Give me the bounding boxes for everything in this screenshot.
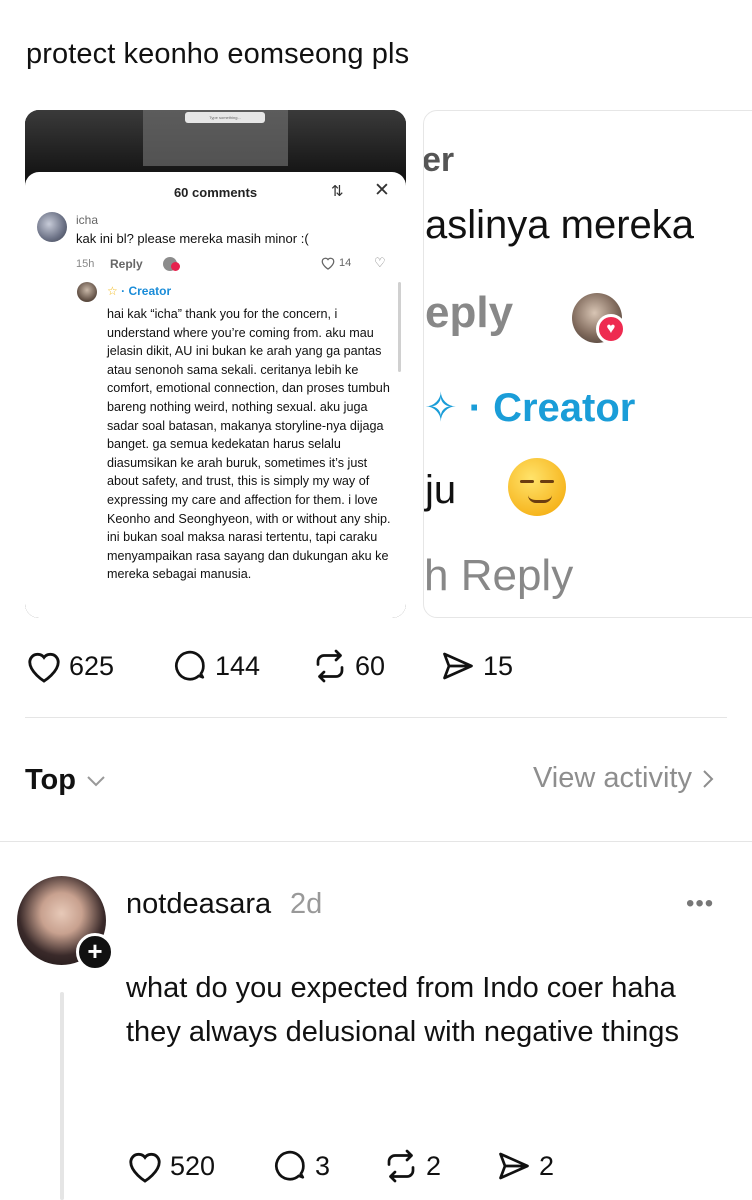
post-text: protect keonho eomseong pls — [26, 38, 410, 70]
heart-icon — [171, 262, 180, 271]
divider — [25, 717, 727, 718]
comment-button[interactable]: 144 — [171, 648, 311, 684]
dislike-icon: ♡ — [374, 255, 386, 270]
scrollbar — [398, 282, 401, 372]
star-icon: ☆ — [107, 284, 118, 298]
comment-age: 15h — [76, 258, 95, 270]
creator-reply-text: hai kak “icha” thank you for the concern… — [107, 307, 391, 582]
post-actions: 625 144 60 15 — [25, 648, 513, 684]
chevron-down-icon — [87, 775, 105, 786]
repost-icon — [316, 649, 344, 683]
zoom-text-line: h Reply — [424, 551, 574, 600]
heart-icon — [28, 652, 60, 683]
zoom-text-line: er — [423, 141, 455, 179]
comment-like-count: 14 — [320, 256, 351, 270]
repost-icon — [387, 1149, 415, 1183]
comment-icon — [175, 650, 205, 681]
view-activity-link[interactable]: View activity — [533, 762, 714, 795]
zoom-text-line: eply — [425, 288, 514, 337]
thread-line — [60, 992, 64, 1200]
zoom-text-line: aslinya mereka — [425, 203, 695, 247]
comment-count: 144 — [215, 650, 261, 681]
creator-badge: ☆ · Creator — [107, 284, 171, 298]
chevron-right-icon — [703, 769, 714, 788]
more-icon[interactable]: ••• — [686, 890, 714, 918]
share-icon — [443, 652, 473, 680]
comment-text: kak ini bl? please mereka masih minor :( — [76, 231, 309, 246]
comments-title: 60 comments — [173, 185, 258, 200]
repost-count: 60 — [355, 650, 386, 681]
zoom-text-line: ✧ · Creator — [424, 386, 636, 430]
share-button[interactable]: 15 — [439, 648, 513, 684]
comment-button[interactable]: 3 — [271, 1148, 382, 1184]
reply-text: what do you expected from Indo coer haha… — [126, 972, 679, 1048]
creator-label: · Creator — [121, 284, 172, 298]
zoom-text-line: ju — [425, 468, 457, 512]
heart-icon — [321, 257, 335, 270]
share-button[interactable]: 2 — [495, 1148, 554, 1184]
share-icon — [499, 1152, 529, 1180]
like-button[interactable]: 520 — [126, 1148, 271, 1184]
sort-icon: ⇅ — [331, 183, 344, 200]
sort-label: Top — [25, 764, 76, 796]
like-button[interactable]: 625 — [25, 648, 171, 684]
comment-reply-label: Reply — [110, 257, 143, 271]
sort-dropdown[interactable]: Top — [25, 764, 106, 797]
repost-count: 2 — [426, 1150, 442, 1181]
reply-actions: 520 3 2 2 — [126, 1148, 554, 1184]
like-count: 625 — [69, 650, 115, 681]
type-something-input: Type something... — [185, 112, 265, 123]
divider — [0, 841, 752, 842]
share-count: 2 — [539, 1150, 555, 1181]
heart-icon: ♥ — [596, 314, 626, 344]
comment-count: 3 — [315, 1150, 331, 1181]
comment-author: icha — [76, 213, 99, 227]
heart-icon — [129, 1152, 161, 1183]
comment-screenshot-image[interactable]: Type something... 60 comments ⇅ ✕ icha k… — [25, 110, 406, 618]
zoomed-screenshot-image[interactable]: er aslinya mereka eply ♥ ✧ · Creator ju … — [423, 110, 752, 618]
close-icon: ✕ — [374, 180, 390, 201]
avatar — [77, 282, 97, 302]
share-count: 15 — [483, 650, 514, 681]
view-activity-label: View activity — [532, 762, 692, 794]
reply-time: 2d — [290, 888, 323, 920]
smirk-emoji-icon — [508, 458, 566, 516]
plus-icon: + — [87, 936, 103, 966]
repost-button[interactable]: 60 — [311, 648, 439, 684]
comment-like-number: 14 — [339, 257, 352, 269]
repost-button[interactable]: 2 — [382, 1148, 495, 1184]
avatar — [37, 212, 67, 242]
follow-button[interactable]: + — [76, 933, 114, 971]
image-carousel[interactable]: Type something... 60 comments ⇅ ✕ icha k… — [25, 110, 752, 618]
comments-sheet: 60 comments ⇅ ✕ icha kak ini bl? please … — [25, 172, 406, 618]
reply-username[interactable]: notdeasara — [126, 888, 271, 921]
like-count: 520 — [170, 1150, 216, 1181]
comment-icon — [275, 1150, 305, 1181]
